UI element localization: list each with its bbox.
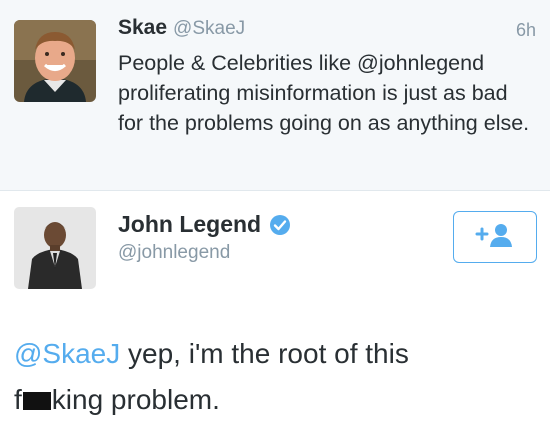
tweet-text-suffix: king problem. [51, 384, 220, 415]
reply-tweet[interactable]: Skae @SkaeJ 6h People & Celebrities like … [0, 0, 550, 190]
display-name[interactable]: John Legend [118, 211, 261, 238]
reply-author[interactable]: Skae @SkaeJ [118, 16, 245, 40]
main-author[interactable]: John Legend [118, 211, 291, 238]
follow-button[interactable] [453, 211, 537, 263]
handle[interactable]: @SkaeJ [173, 18, 245, 39]
tweet-text: @SkaeJ yep, i'm the root of this f king p… [14, 331, 534, 423]
tweet-text: People & Celebrities like @johnlegend pr… [118, 51, 530, 135]
mention-link[interactable]: @SkaeJ [14, 338, 120, 369]
verified-badge-icon [269, 214, 291, 236]
tweet-text-line1: yep, i'm the root of this [120, 338, 409, 369]
avatar[interactable] [14, 20, 96, 102]
timestamp: 6h [515, 20, 536, 40]
avatar[interactable] [14, 207, 96, 289]
tweet-text-prefix: f [14, 384, 22, 415]
add-user-icon [473, 222, 517, 253]
censor-bar [22, 392, 51, 410]
handle[interactable]: @johnlegend [118, 242, 230, 264]
display-name[interactable]: Skae [118, 16, 167, 39]
main-tweet: John Legend @johnlegend @SkaeJ yep, i'm … [0, 191, 550, 434]
